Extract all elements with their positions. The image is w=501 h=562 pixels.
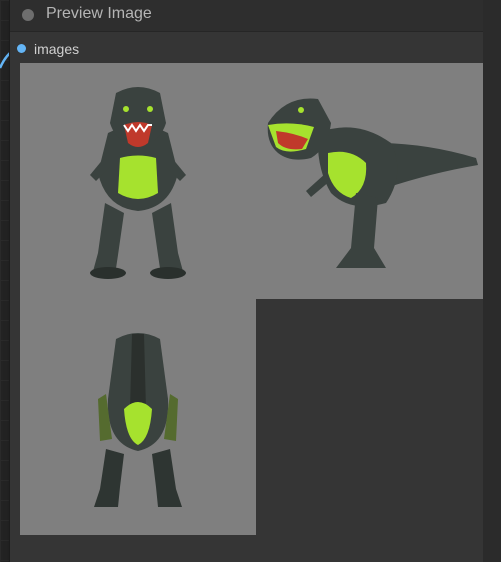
preview-image-side[interactable]	[256, 63, 492, 299]
dinosaur-toy-side-image	[267, 98, 478, 268]
preview-empty-cell	[256, 299, 492, 535]
input-slot-label: images	[34, 41, 80, 57]
preview-image-back[interactable]	[20, 299, 256, 535]
dinosaur-toy-front-image	[90, 87, 186, 279]
dinosaur-toy-back-image	[94, 333, 182, 507]
collapse-dot-icon[interactable]	[22, 9, 34, 21]
preview-image-node[interactable]: Preview Image images	[10, 0, 492, 562]
input-slot-connector-icon[interactable]	[17, 44, 26, 53]
canvas-scrollbar[interactable]	[483, 0, 501, 562]
preview-image-front[interactable]	[20, 63, 256, 299]
input-slot-images[interactable]: images	[10, 38, 210, 58]
node-title-bar[interactable]: Preview Image	[10, 0, 483, 32]
node-title: Preview Image	[46, 5, 152, 22]
